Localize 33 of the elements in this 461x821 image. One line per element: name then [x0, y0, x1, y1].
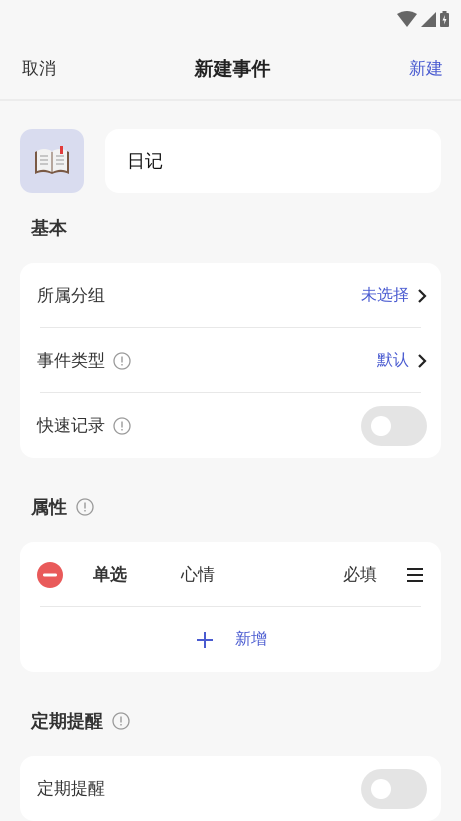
value-link[interactable]: 未选择 — [361, 285, 427, 306]
toggle-switch[interactable] — [361, 406, 427, 446]
required-label: 必填 — [343, 564, 377, 586]
attribute-type: 单选 — [93, 564, 128, 586]
section-title: 属性 — [31, 496, 67, 519]
info-icon[interactable] — [113, 352, 131, 370]
page-title: 新建事件 — [194, 56, 270, 82]
event-name-field[interactable]: 日记 — [105, 129, 441, 193]
drag-handle-icon[interactable] — [407, 568, 423, 582]
section-title: 基本 — [31, 217, 67, 240]
info-icon[interactable] — [113, 416, 131, 434]
row-label: 定期提醒 — [37, 778, 105, 800]
add-button[interactable]: 新增 — [197, 629, 267, 650]
plus-icon — [197, 632, 213, 648]
chevron-right-icon — [417, 288, 427, 304]
row-label: 事件类型 — [37, 350, 105, 372]
info-icon[interactable] — [76, 498, 94, 516]
toggle-switch[interactable] — [361, 768, 427, 808]
create-button[interactable]: 新建 — [409, 57, 443, 80]
signal-icon — [421, 12, 436, 27]
book-icon — [34, 146, 70, 176]
wifi-icon — [397, 11, 417, 28]
attribute-name: 心情 — [181, 564, 215, 586]
remove-icon[interactable] — [37, 562, 63, 588]
row-label: 快速记录 — [37, 415, 105, 437]
section-title: 定期提醒 — [31, 710, 103, 733]
row-label: 所属分组 — [37, 285, 105, 307]
chevron-right-icon — [417, 352, 427, 368]
info-icon[interactable] — [112, 712, 130, 730]
cancel-button[interactable]: 取消 — [22, 57, 56, 80]
value-link[interactable]: 默认 — [377, 350, 427, 371]
battery-icon — [440, 11, 449, 28]
event-icon-button[interactable] — [20, 129, 84, 193]
